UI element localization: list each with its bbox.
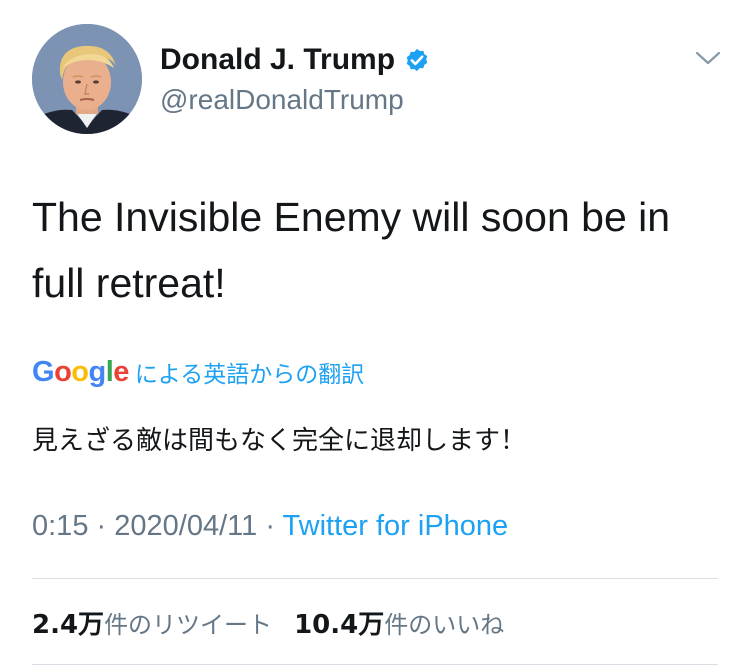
translated-text: 見えざる敵は間もなく完全に退却します！	[32, 426, 527, 456]
retweet-label: 件のリツイート	[104, 610, 273, 639]
divider	[32, 664, 718, 665]
translation-header[interactable]: Google による英語からの翻訳	[32, 352, 364, 392]
google-logo: Google	[32, 355, 129, 388]
retweet-count: 2.4万	[32, 609, 105, 640]
tweet-stats: 2.4万 件のリツイート 10.4万 件のいいね	[32, 598, 504, 646]
like-label: 件のいいね	[384, 610, 505, 639]
meta-separator: ·	[96, 510, 107, 542]
meta-separator: ·	[265, 510, 275, 542]
avatar[interactable]	[32, 24, 142, 134]
verified-badge-icon	[403, 46, 431, 74]
tweet-author: Donald J. Trump @realDonaldTrump	[160, 40, 431, 116]
tweet-source-link[interactable]: Twitter for iPhone	[283, 510, 509, 542]
divider	[32, 578, 718, 579]
likes-stat[interactable]: 10.4万 件のいいね	[294, 604, 504, 641]
retweets-stat[interactable]: 2.4万 件のリツイート	[32, 604, 272, 641]
chevron-down-icon[interactable]	[694, 48, 722, 68]
author-handle[interactable]: @realDonaldTrump	[160, 84, 431, 116]
tweet-time: 0:15	[32, 510, 89, 542]
author-display-name[interactable]: Donald J. Trump	[160, 43, 395, 77]
tweet-meta: 0:15 · 2020/04/11 · Twitter for iPhone	[32, 510, 508, 543]
tweet-text: The Invisible Enemy will soon be in full…	[32, 194, 671, 306]
translation-label: による英語からの翻訳	[134, 362, 365, 388]
author-name-row: Donald J. Trump	[160, 40, 431, 80]
tweet-date: 2020/04/11	[114, 510, 258, 542]
like-count: 10.4万	[294, 609, 385, 640]
profile-photo	[32, 24, 142, 134]
